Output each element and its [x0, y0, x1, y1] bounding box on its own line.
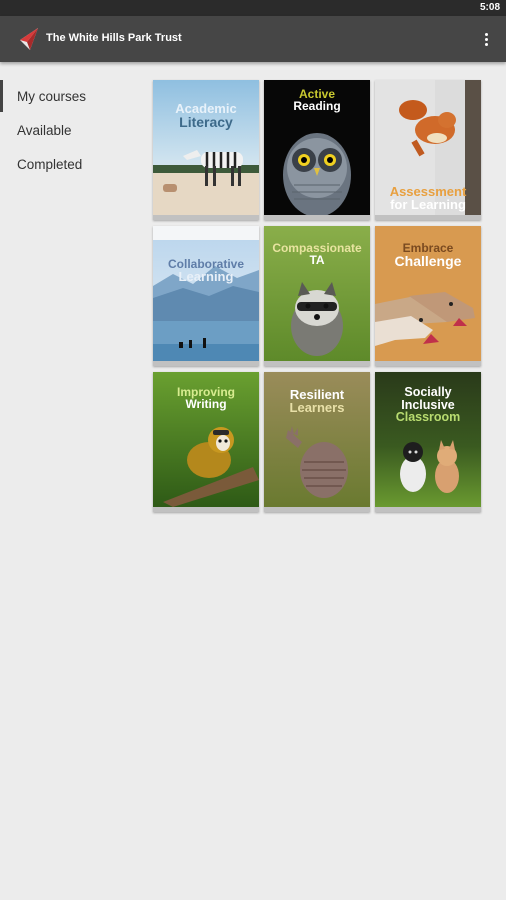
- course-title: Resilient Learners: [289, 387, 345, 415]
- course-title: Embrace Challenge: [394, 241, 462, 269]
- paper-plane-logo-icon: [20, 28, 38, 50]
- course-tile-collaborative-learning[interactable]: Collaborative Learning: [153, 226, 259, 366]
- course-tile-socially-inclusive-classroom[interactable]: Socially Inclusive Classroom: [375, 372, 481, 512]
- course-tile-academic-literacy[interactable]: Academic Literacy: [153, 80, 259, 220]
- nav-item-available[interactable]: Available: [0, 114, 150, 148]
- app-bar: The White Hills Park Trust: [0, 16, 506, 62]
- course-title: Collaborative Learning: [167, 257, 245, 284]
- course-title: Socially Inclusive Classroom: [395, 385, 461, 424]
- course-title: Academic Literacy: [175, 101, 237, 130]
- more-vert-icon[interactable]: [476, 27, 496, 51]
- course-tile-active-reading[interactable]: Active Reading: [264, 80, 370, 220]
- course-title: Assessment for Learning: [389, 184, 467, 212]
- course-tile-resilient-learners[interactable]: Resilient Learners: [264, 372, 370, 512]
- app-title: The White Hills Park Trust: [46, 32, 182, 44]
- status-time: 5:08: [479, 2, 500, 13]
- mountain-lake-image: [153, 226, 259, 361]
- course-title: Compassionate TA: [272, 241, 362, 267]
- course-tile-compassionate-ta[interactable]: Compassionate TA: [264, 226, 370, 366]
- course-nav: My courses Available Completed: [0, 80, 150, 182]
- nav-item-completed[interactable]: Completed: [0, 148, 150, 182]
- course-tile-embrace-challenge[interactable]: Embrace Challenge: [375, 226, 481, 366]
- status-bar: 5:08: [0, 0, 506, 16]
- course-title: Improving Writing: [176, 385, 235, 411]
- course-tile-assessment-for-learning[interactable]: Assessment for Learning: [375, 80, 481, 220]
- course-tile-improving-writing[interactable]: Improving Writing: [153, 372, 259, 512]
- nav-item-my-courses[interactable]: My courses: [0, 80, 150, 114]
- course-title: Active Reading: [293, 87, 341, 113]
